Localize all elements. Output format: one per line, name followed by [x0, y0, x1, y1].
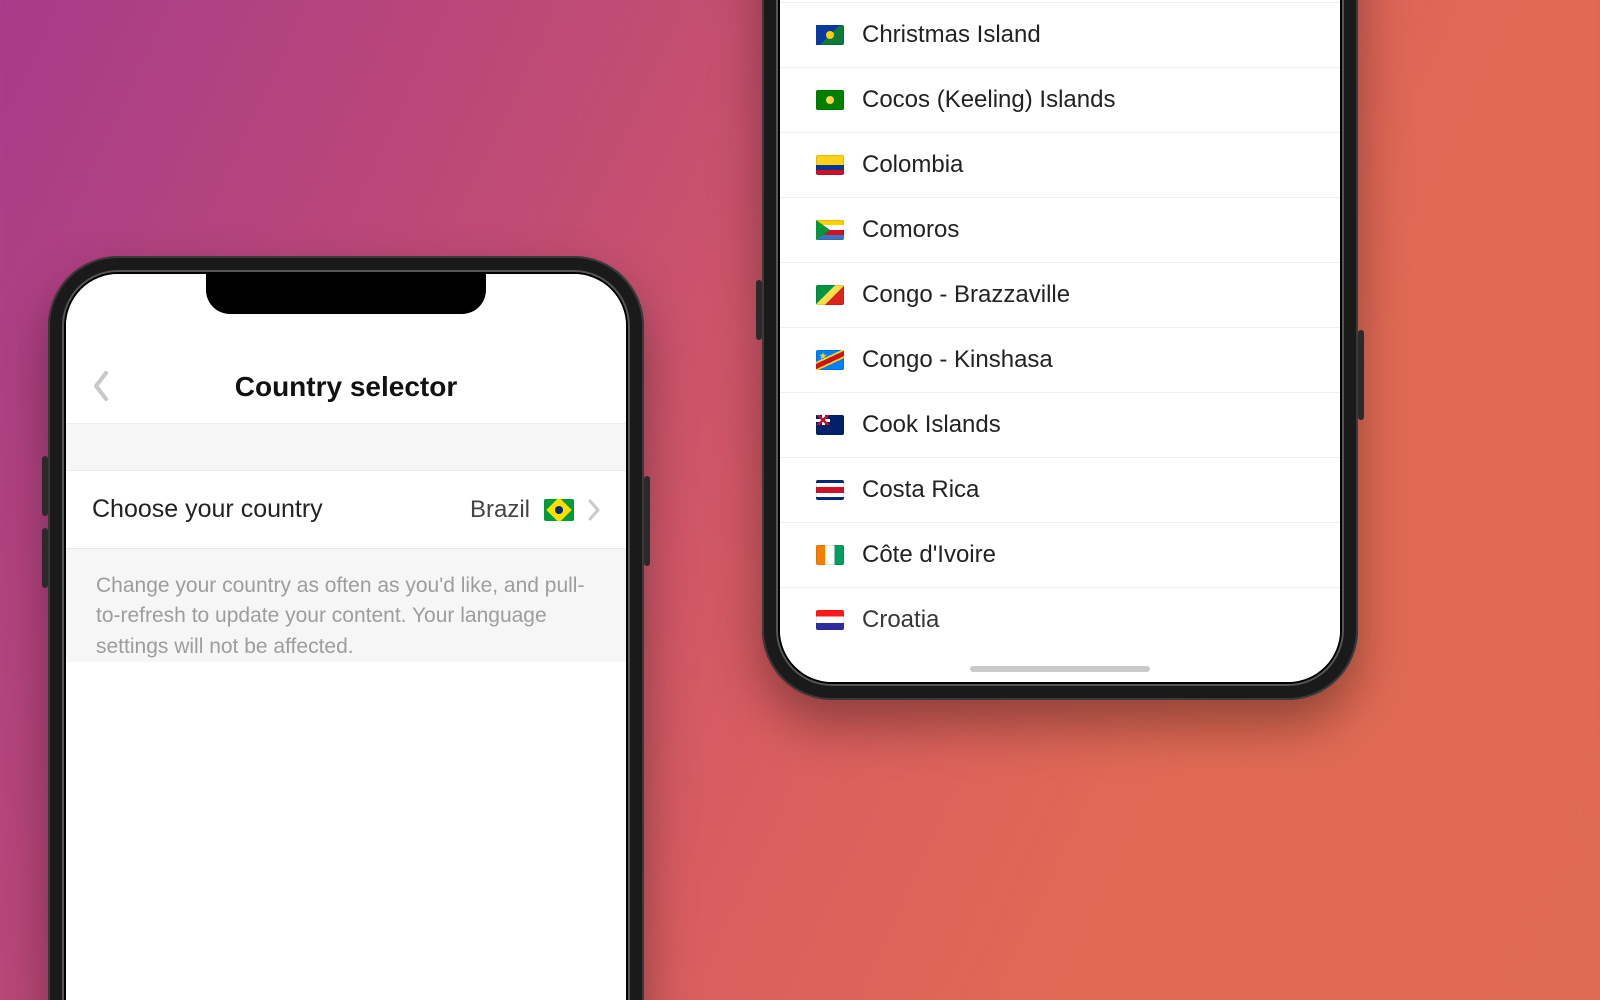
phone-right: ChileChristmas IslandCocos (Keeling) Isl…	[762, 0, 1358, 700]
volume-up-button	[42, 456, 48, 516]
brazil-flag-icon	[544, 499, 574, 521]
country-item[interactable]: Côte d'Ivoire	[780, 523, 1340, 588]
flag-colombia-icon	[816, 155, 844, 175]
flag-cr-icon	[816, 480, 844, 500]
country-name: Colombia	[862, 151, 963, 179]
country-item[interactable]: Cook Islands	[780, 393, 1340, 458]
country-item[interactable]: Cocos (Keeling) Islands	[780, 68, 1340, 133]
phone-left-screen: Country selector Choose your country Bra…	[66, 274, 626, 1000]
country-name: Cook Islands	[862, 411, 1001, 439]
phone-right-screen: ChileChristmas IslandCocos (Keeling) Isl…	[780, 0, 1340, 682]
section-gap	[66, 424, 626, 470]
country-name: Croatia	[862, 606, 939, 634]
flag-cocos-icon	[816, 90, 844, 110]
volume-up-button	[756, 280, 762, 340]
volume-down-button	[42, 528, 48, 588]
phone-left: Country selector Choose your country Bra…	[48, 256, 644, 1000]
country-list[interactable]: ChileChristmas IslandCocos (Keeling) Isl…	[780, 0, 1340, 682]
country-name: Congo - Brazzaville	[862, 281, 1070, 309]
country-name: Costa Rica	[862, 476, 979, 504]
back-button[interactable]	[92, 371, 110, 401]
country-name: Comoros	[862, 216, 959, 244]
country-name: Côte d'Ivoire	[862, 541, 996, 569]
chevron-left-icon	[92, 371, 110, 401]
country-item[interactable]: Comoros	[780, 198, 1340, 263]
power-button	[644, 476, 650, 566]
home-indicator[interactable]	[970, 666, 1150, 672]
country-item[interactable]: Congo - Kinshasa	[780, 328, 1340, 393]
flag-civ-icon	[816, 545, 844, 565]
country-name: Christmas Island	[862, 21, 1041, 49]
row-label: Choose your country	[92, 495, 323, 524]
country-item[interactable]: Congo - Brazzaville	[780, 263, 1340, 328]
country-item[interactable]: Croatia	[780, 588, 1340, 652]
help-text: Change your country as often as you'd li…	[66, 549, 626, 662]
flag-christmas-icon	[816, 25, 844, 45]
flag-croatia-icon	[816, 610, 844, 630]
phone-left-bezel: Country selector Choose your country Bra…	[62, 270, 630, 1000]
phone-right-bezel: ChileChristmas IslandCocos (Keeling) Isl…	[776, 0, 1344, 686]
flag-comoros-icon	[816, 220, 844, 240]
notch	[206, 274, 486, 314]
power-button	[1358, 330, 1364, 420]
page-title: Country selector	[66, 371, 626, 403]
country-name: Cocos (Keeling) Islands	[862, 86, 1115, 114]
country-name: Congo - Kinshasa	[862, 346, 1053, 374]
country-item[interactable]: Colombia	[780, 133, 1340, 198]
flag-congobzv-icon	[816, 285, 844, 305]
choose-country-row[interactable]: Choose your country Brazil	[66, 470, 626, 549]
selected-country-name: Brazil	[470, 496, 530, 524]
settings-body: Choose your country Brazil Change your c…	[66, 424, 626, 662]
country-item[interactable]: Christmas Island	[780, 3, 1340, 68]
row-value: Brazil	[470, 496, 600, 524]
country-item[interactable]: Costa Rica	[780, 458, 1340, 523]
chevron-right-icon	[588, 499, 600, 521]
flag-cook-icon	[816, 415, 844, 435]
flag-congokin-icon	[816, 350, 844, 370]
